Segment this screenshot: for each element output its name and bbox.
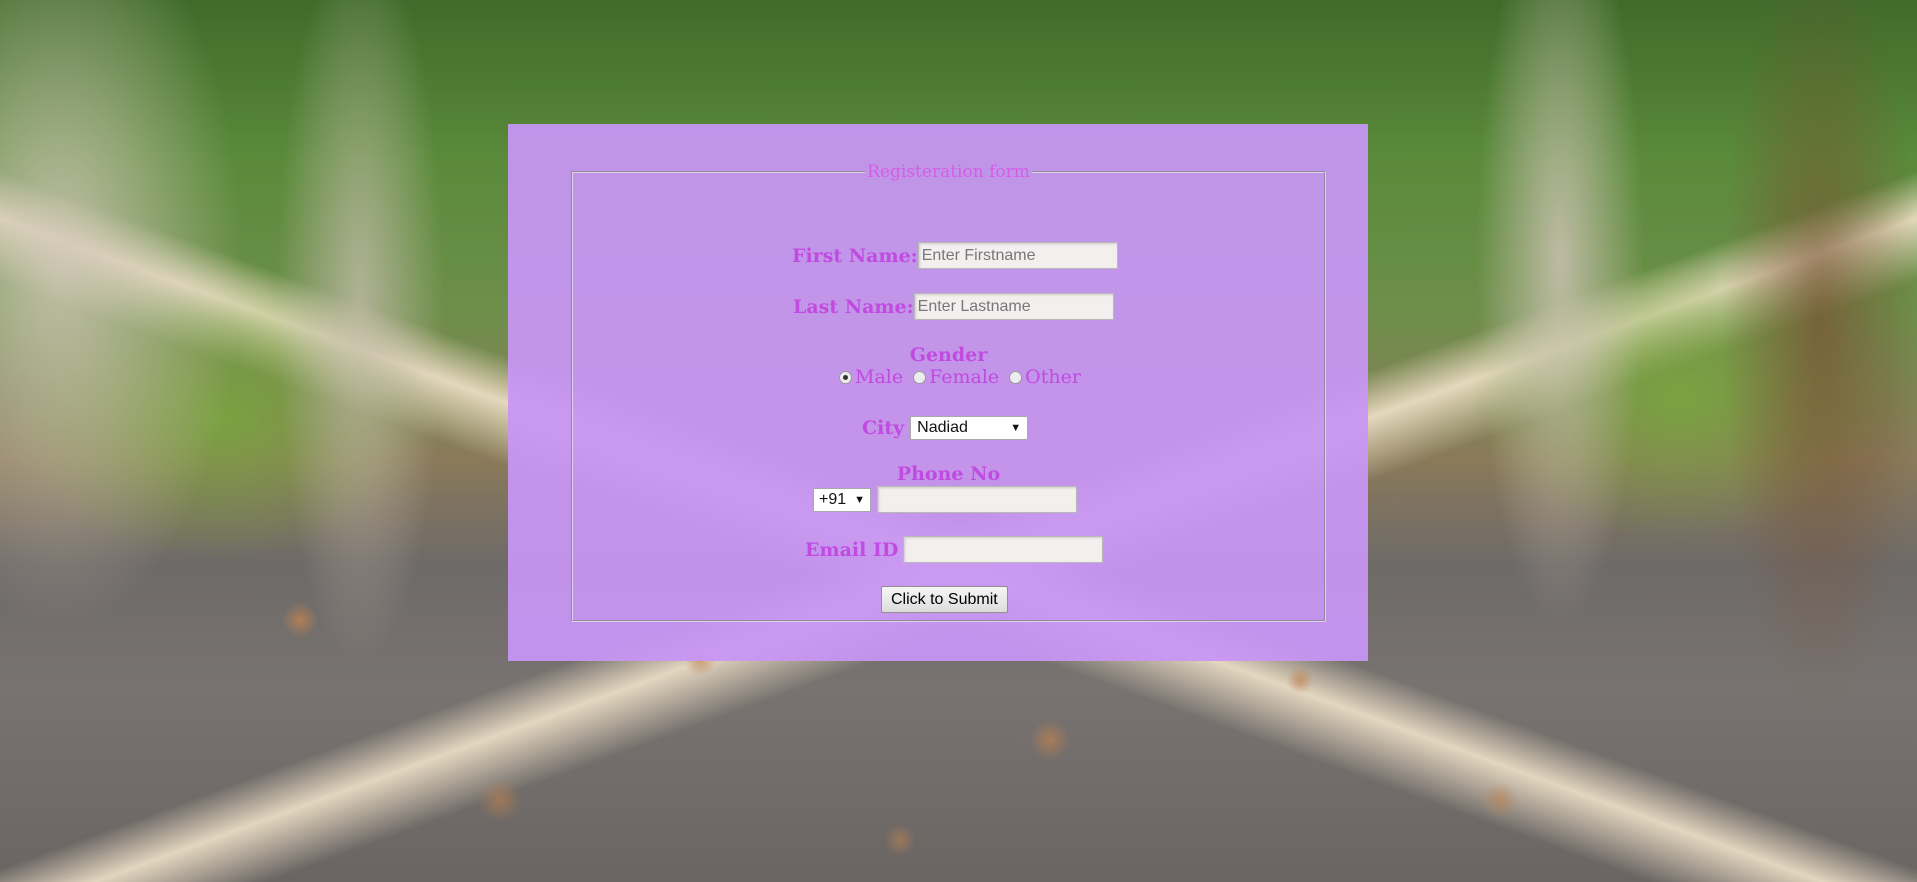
last-name-input[interactable] <box>913 293 1114 320</box>
first-name-input[interactable] <box>917 242 1118 269</box>
submit-row: Click to Submit <box>881 586 1008 613</box>
email-input[interactable] <box>903 536 1104 563</box>
city-label: City <box>862 417 905 439</box>
submit-button[interactable]: Click to Submit <box>881 586 1008 613</box>
radio-button-icon[interactable] <box>913 370 927 384</box>
city-select[interactable]: Nadiad ▼ <box>910 416 1029 440</box>
chevron-down-icon: ▼ <box>854 493 865 506</box>
city-selected-value: Nadiad <box>917 419 968 436</box>
gender-label: Gender <box>909 344 988 366</box>
email-label: Email ID <box>805 538 899 561</box>
radio-button-icon[interactable] <box>1009 370 1023 384</box>
phone-input[interactable] <box>877 486 1077 513</box>
radio-button-icon[interactable] <box>839 370 852 384</box>
phone-row: +91 ▼ <box>813 486 1077 513</box>
last-name-label: Last Name: <box>793 295 914 318</box>
gender-option-male[interactable]: Male <box>855 366 903 388</box>
chevron-down-icon: ▼ <box>1010 422 1022 434</box>
form-legend: Registeration form <box>867 162 1030 182</box>
email-row: Email ID <box>805 536 1104 563</box>
last-name-row: Last Name: <box>793 293 1114 320</box>
gender-option-female[interactable]: Female <box>929 366 999 388</box>
gender-option-other[interactable]: Other <box>1025 366 1081 388</box>
city-row: City Nadiad ▼ <box>862 416 1029 440</box>
registration-fieldset: Registeration form First Name: Last Name… <box>571 162 1326 622</box>
country-code-select[interactable]: +91 ▼ <box>813 487 871 512</box>
registration-panel: Registeration form First Name: Last Name… <box>508 124 1368 661</box>
phone-label: Phone No <box>896 463 1001 485</box>
gender-radio-group: Male Female Other <box>839 366 1091 388</box>
first-name-label: First Name: <box>792 244 918 267</box>
country-code-value: +91 <box>819 490 847 508</box>
page: { "form": { "legend": "Registeration for… <box>0 0 1917 882</box>
first-name-row: First Name: <box>792 242 1118 269</box>
